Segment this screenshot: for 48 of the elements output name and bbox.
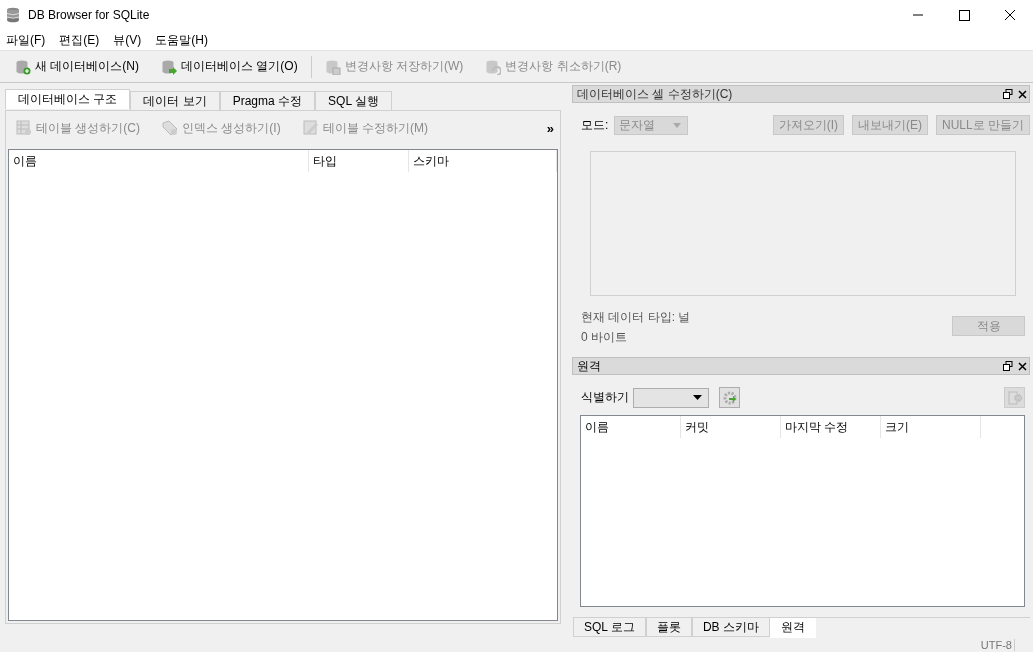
table-icon [302,120,319,136]
table-icon [16,120,32,136]
float-icon[interactable] [1003,361,1013,371]
menu-item[interactable]: 파일(F) [0,31,54,49]
close-icon[interactable] [1018,361,1027,371]
tab[interactable]: Pragma 수정 [219,91,316,110]
identity-dropdown[interactable] [633,387,709,408]
push-button[interactable] [1004,387,1025,408]
tab[interactable]: 플롯 [645,618,692,637]
menu-item[interactable]: 뷰(V) [107,31,150,49]
dropdown-arrow-icon [693,395,702,400]
database-icon [161,58,177,75]
float-icon[interactable] [1003,89,1013,99]
more-button[interactable]: » [546,120,554,136]
column-header[interactable]: 커밋 [681,416,781,438]
tab[interactable]: 데이터베이스 구조 [5,89,131,109]
column-header[interactable]: 크기 [881,416,981,438]
tag-icon [162,120,178,136]
encoding-label: UTF-8 [980,639,1015,651]
tab[interactable]: DB 스키마 [691,618,770,637]
database-icon [15,58,31,75]
column-header[interactable]: 이름 [9,150,309,172]
database-icon [324,58,341,75]
close-icon[interactable] [1018,89,1027,99]
column-header[interactable]: 이름 [581,416,681,438]
tab[interactable]: SQL 로그 [573,618,646,637]
database-icon [6,7,20,23]
column-header[interactable]: 타입 [309,150,409,172]
panel-title: 데이터베이스 셀 수정하기(C) [577,85,733,103]
column-header[interactable]: 마지막 수정 [781,416,881,438]
column-header[interactable]: 스키마 [409,150,557,172]
database-icon [485,58,502,75]
tab[interactable]: 원격 [769,618,816,638]
cell-editor[interactable] [590,151,1016,296]
tab[interactable]: 데이터 보기 [130,91,220,110]
data-type-text: 현재 데이터 타입: 널 [581,309,691,326]
tab[interactable]: SQL 실행 [315,91,392,110]
window-title: DB Browser for SQLite [28,8,150,22]
settings-button[interactable] [719,387,740,408]
dropdown-arrow-icon [673,122,682,128]
panel-title: 원격 [577,357,601,375]
toolbar-button[interactable]: 새 데이터베이스(N) [10,56,144,77]
toolbar-button[interactable]: 데이터베이스 열기(O) [156,56,303,77]
menu-item[interactable]: 편집(E) [53,31,108,49]
menu-item[interactable]: 도움말(H) [149,31,216,49]
identity-label: 식별하기 [581,389,629,406]
mode-label: 모드: [581,116,609,134]
size-text: 0 바이트 [581,329,628,346]
